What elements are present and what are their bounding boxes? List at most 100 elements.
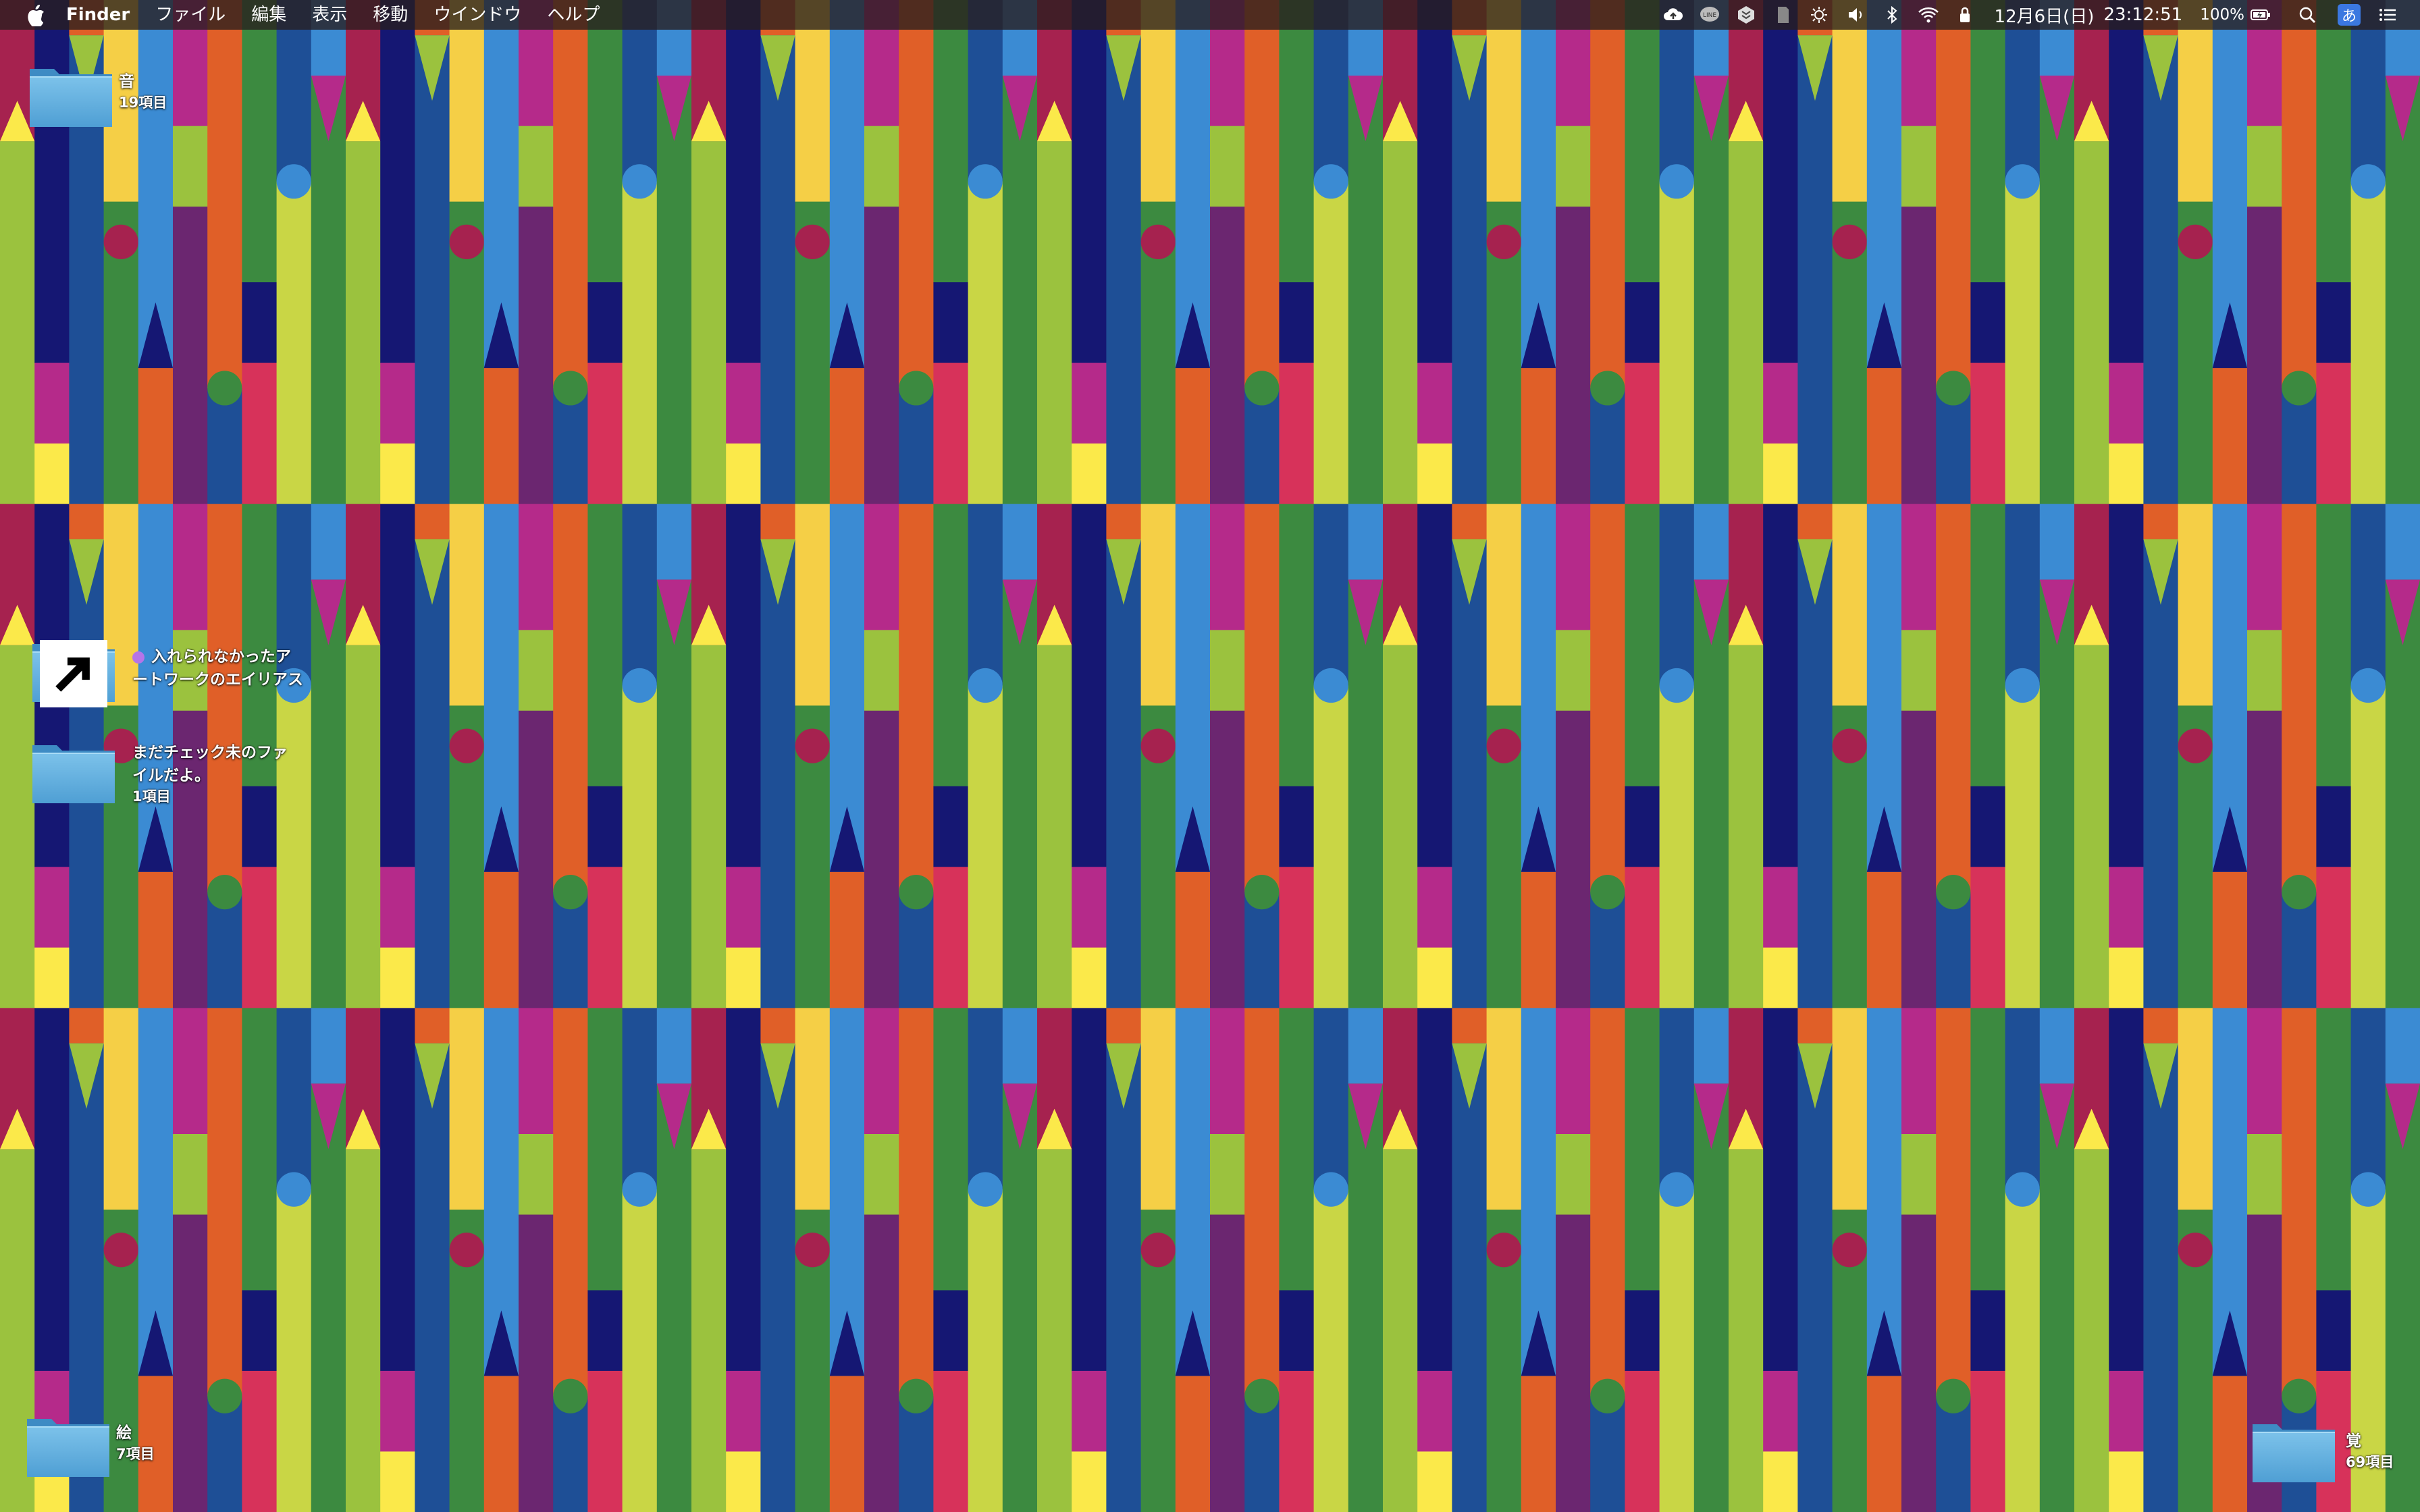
menubar-time[interactable]: 23:12:51	[2103, 5, 2182, 25]
desktop-folder-memo[interactable]: 覚 69項目	[2250, 1418, 2394, 1485]
menu-app-finder[interactable]: Finder	[66, 0, 130, 30]
wallpaper-stripe	[1140, 0, 1176, 202]
wallpaper-stripe	[622, 181, 658, 505]
desktop-alias-artwork[interactable]: 入れられなかったア ートワークのエイリアス	[30, 637, 303, 707]
cloud-upload-icon[interactable]	[1661, 5, 1685, 25]
wallpaper-stripe	[933, 1290, 969, 1372]
wallpaper-stripe	[173, 126, 208, 207]
wallpaper-stripe	[380, 867, 415, 948]
desktop-folder-picture[interactable]: 絵 7項目	[24, 1412, 155, 1480]
wallpaper-stripe	[519, 710, 554, 1008]
battery-percentage[interactable]: 100%	[2200, 6, 2244, 24]
wallpaper-stripe	[2074, 141, 2109, 505]
wallpaper-stripe	[242, 282, 278, 364]
wallpaper-stripe	[1729, 141, 1764, 505]
wallpaper-stripe	[1140, 504, 1176, 706]
wallpaper-stripe	[1970, 1008, 2006, 1291]
wallpaper-stripe	[1936, 1008, 1971, 1397]
wallpaper-stripe	[1279, 867, 1315, 1008]
menu-go[interactable]: 移動	[373, 0, 408, 30]
wallpaper-stripe	[2212, 871, 2248, 1008]
menu-edit[interactable]: 編集	[251, 0, 286, 30]
wallpaper-stripe	[1072, 504, 1107, 867]
input-method-indicator[interactable]: あ	[2338, 4, 2361, 26]
wallpaper-stripe	[1175, 871, 1211, 1008]
volume-icon[interactable]	[1843, 5, 1868, 25]
lock-icon[interactable]	[1953, 5, 1977, 25]
folder-icon	[2250, 1418, 2338, 1485]
wallpaper-stripe	[1970, 0, 2006, 283]
wallpaper-circle	[622, 668, 657, 703]
menu-view[interactable]: 表示	[312, 0, 347, 30]
wallpaper-stripe	[2109, 0, 2144, 364]
wallpaper-stripe	[449, 504, 485, 706]
wallpaper-stripe	[1106, 1008, 1142, 1044]
wallpaper-circle	[276, 1172, 311, 1207]
wallpaper-stripe	[138, 368, 174, 505]
wallpaper-stripe	[2109, 867, 2144, 948]
wallpaper-stripe	[1210, 504, 1245, 630]
wallpaper-stripe	[1072, 443, 1107, 505]
wallpaper-circle	[1590, 371, 1625, 406]
wallpaper-circle	[553, 875, 588, 910]
wallpaper-stripe	[829, 368, 865, 505]
wallpaper-stripe	[691, 141, 727, 505]
wallpaper-circle	[1486, 728, 1521, 763]
apple-menu-icon[interactable]	[26, 3, 46, 26]
wallpaper-circle	[1659, 164, 1694, 199]
wallpaper-stripe	[864, 126, 899, 207]
wallpaper-stripe	[622, 1008, 658, 1190]
spotlight-search-icon[interactable]	[2296, 5, 2320, 25]
wallpaper-stripe	[864, 1214, 899, 1512]
wallpaper-stripe	[1279, 282, 1315, 364]
wallpaper-stripe	[1970, 282, 2006, 364]
wallpaper-circle	[899, 875, 934, 910]
wallpaper-stripe	[899, 0, 934, 389]
wallpaper-stripe	[2316, 1008, 2352, 1291]
wallpaper-stripe	[1901, 126, 1937, 207]
wallpaper-stripe	[207, 892, 242, 1008]
menu-window[interactable]: ウインドウ	[433, 0, 521, 30]
wallpaper-stripe	[1832, 504, 1868, 706]
brightness-icon[interactable]	[1807, 5, 1831, 25]
wallpaper-stripe	[1486, 0, 1522, 202]
wallpaper-stripe	[2385, 1008, 2420, 1084]
wallpaper-stripe	[1072, 362, 1107, 444]
wallpaper-stripe	[311, 1008, 346, 1084]
wallpaper-stripe	[415, 539, 450, 1008]
wallpaper-stripe	[726, 504, 761, 867]
wallpaper-stripe	[1936, 1396, 1971, 1512]
wallpaper-stripe	[1072, 1008, 1107, 1372]
wallpaper-stripe	[1313, 685, 1349, 1008]
wallpaper-stripe	[415, 35, 450, 505]
wallpaper-stripe	[1659, 1008, 1695, 1190]
wallpaper-stripe	[2109, 1370, 2144, 1452]
menu-help[interactable]: ヘルプ	[547, 0, 600, 30]
wallpaper-stripe	[1556, 207, 1591, 505]
battery-icon[interactable]	[2248, 5, 2273, 25]
bluetooth-icon[interactable]	[1880, 5, 1904, 25]
menubar-date[interactable]: 12月6日(日)	[1995, 3, 2095, 28]
notification-center-icon[interactable]	[2375, 5, 2400, 25]
wallpaper-stripe	[346, 645, 381, 1008]
desktop-folder-sound[interactable]: 音 19項目	[27, 62, 167, 130]
wallpaper-stripe	[34, 362, 70, 444]
sd-card-icon[interactable]	[1770, 5, 1795, 25]
dropbox-icon[interactable]	[1734, 5, 1758, 25]
wallpaper-stripe	[587, 786, 623, 867]
wallpaper-stripe	[311, 504, 346, 580]
wallpaper-stripe	[1313, 1189, 1349, 1512]
wallpaper-stripe	[34, 0, 70, 364]
wallpaper-circle	[2350, 1172, 2386, 1207]
wallpaper-stripe	[1279, 1370, 1315, 1512]
wallpaper-circle	[1659, 1172, 1694, 1207]
folder-name: 音	[119, 73, 134, 90]
wallpaper-stripe	[1417, 1008, 1452, 1372]
wifi-icon[interactable]	[1916, 5, 1941, 25]
menu-file[interactable]: ファイル	[155, 0, 226, 30]
desktop-folder-unchecked-files[interactable]: まだチェック未のファ イルだよ。 1項目	[30, 738, 288, 806]
line-app-icon[interactable]: LINE	[1698, 5, 1722, 25]
wallpaper-stripe	[69, 504, 105, 540]
wallpaper-stripe	[1279, 504, 1315, 787]
wallpaper-stripe	[1244, 504, 1280, 893]
